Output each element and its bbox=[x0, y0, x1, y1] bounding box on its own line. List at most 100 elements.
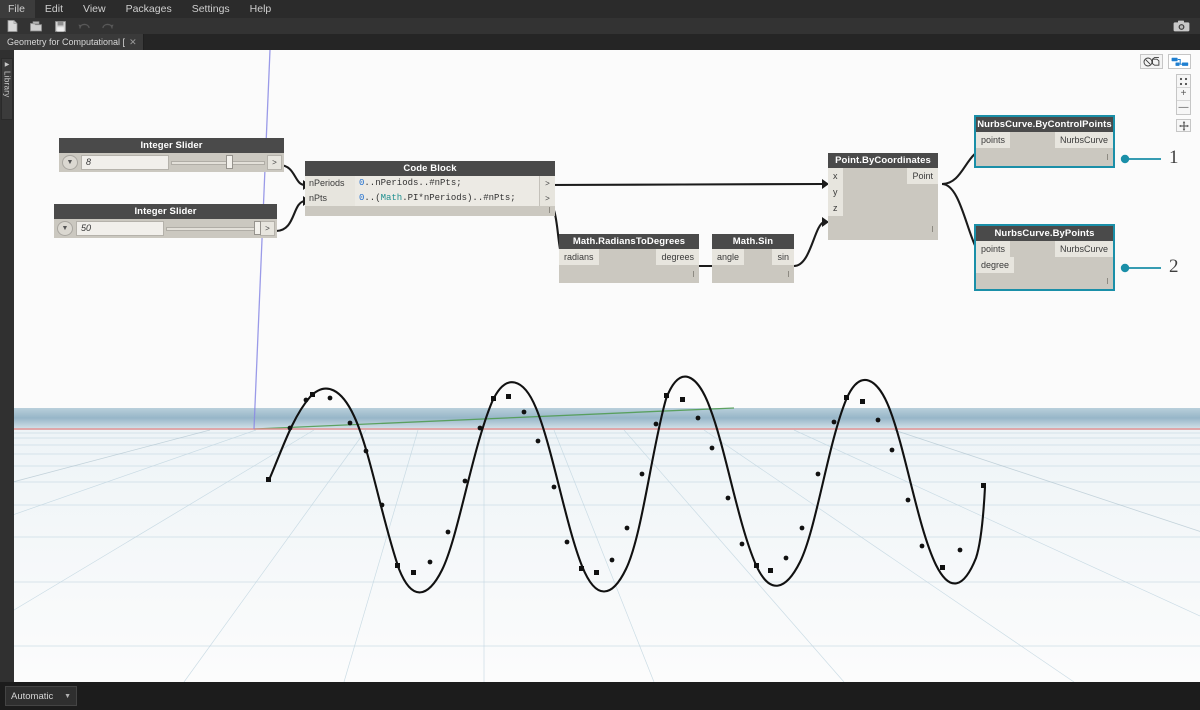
input-port-radians[interactable]: radians bbox=[559, 249, 599, 265]
node-body: points NurbsCurve bbox=[976, 132, 1113, 166]
slider-output-port[interactable]: > bbox=[260, 221, 275, 236]
menu-item-packages[interactable]: Packages bbox=[116, 0, 182, 18]
zoom-out-button[interactable]: — bbox=[1177, 101, 1190, 114]
slider-track[interactable] bbox=[166, 227, 258, 231]
save-icon[interactable] bbox=[48, 18, 72, 34]
library-label: Library bbox=[3, 71, 12, 98]
status-bar: Automatic ▼ bbox=[0, 682, 1200, 710]
library-panel-toggle[interactable]: ▶ Library bbox=[1, 58, 13, 120]
code-row-1: nPeriods 0..nPeriods..#nPts; > bbox=[305, 176, 555, 191]
code-text: .PI*nPeriods)..#nPts; bbox=[402, 193, 515, 203]
output-port-nurbscurve[interactable]: NurbsCurve bbox=[1055, 241, 1113, 257]
slider-handle[interactable] bbox=[254, 221, 261, 235]
port-row: points NurbsCurve bbox=[976, 132, 1113, 148]
node-body: radians degrees bbox=[559, 249, 699, 283]
node-title: Math.RadiansToDegrees bbox=[559, 234, 699, 249]
node-footer bbox=[828, 216, 938, 240]
menu-item-view[interactable]: View bbox=[73, 0, 116, 18]
output-port-nurbscurve[interactable]: NurbsCurve bbox=[1055, 132, 1113, 148]
output-port-degrees[interactable]: degrees bbox=[656, 249, 699, 265]
slider-value-field[interactable]: 50 bbox=[76, 221, 164, 236]
run-mode-dropdown[interactable]: Automatic ▼ bbox=[5, 686, 77, 706]
code-text-pre: ..( bbox=[364, 193, 380, 203]
slider-row: ▼ 50 > bbox=[54, 219, 277, 238]
node-title: Integer Slider bbox=[59, 138, 284, 153]
slider-row: ▼ 8 > bbox=[59, 153, 284, 172]
input-port-points[interactable]: points bbox=[976, 132, 1010, 148]
code-line-1[interactable]: 0..nPeriods..#nPts; bbox=[355, 176, 539, 191]
node-point-by-coordinates[interactable]: Point.ByCoordinates x Point y z bbox=[828, 153, 938, 240]
node-math-sin[interactable]: Math.Sin angle sin bbox=[712, 234, 794, 283]
menu-bar: File Edit View Packages Settings Help bbox=[0, 0, 1200, 18]
node-nurbscurve-by-points[interactable]: NurbsCurve.ByPoints points NurbsCurve de… bbox=[976, 226, 1113, 289]
node-body: points NurbsCurve degree bbox=[976, 241, 1113, 289]
slider-track-wrap[interactable] bbox=[171, 155, 265, 170]
menu-item-file[interactable]: File bbox=[0, 0, 35, 18]
port-row-z: z bbox=[828, 200, 938, 216]
input-port-y[interactable]: y bbox=[828, 184, 843, 200]
graph-and-3d-viewport[interactable]: + — Integer Slider ▼ 8 > Integ bbox=[14, 50, 1200, 682]
output-port-point[interactable]: Point bbox=[907, 168, 938, 184]
new-file-icon[interactable] bbox=[0, 18, 24, 34]
node-title: Point.ByCoordinates bbox=[828, 153, 938, 168]
input-port-z[interactable]: z bbox=[828, 200, 843, 216]
zoom-in-button[interactable]: + bbox=[1177, 88, 1190, 101]
menu-item-edit[interactable]: Edit bbox=[35, 0, 73, 18]
pan-icon[interactable] bbox=[1176, 119, 1191, 132]
node-title: NurbsCurve.ByPoints bbox=[976, 226, 1113, 241]
node-nurbscurve-by-control-points[interactable]: NurbsCurve.ByControlPoints points NurbsC… bbox=[976, 117, 1113, 166]
input-port-nperiods[interactable]: nPeriods bbox=[305, 176, 355, 191]
node-title: Integer Slider bbox=[54, 204, 277, 219]
undo-icon[interactable] bbox=[72, 18, 96, 34]
input-port-npts[interactable]: nPts bbox=[305, 191, 355, 206]
zoom-control-stack: + — bbox=[1176, 74, 1191, 115]
port-row-points: points NurbsCurve bbox=[976, 241, 1113, 257]
menu-item-help[interactable]: Help bbox=[240, 0, 282, 18]
port-row-degree: degree bbox=[976, 257, 1113, 273]
slider-track[interactable] bbox=[171, 161, 265, 165]
slider-value-field[interactable]: 8 bbox=[81, 155, 169, 170]
geometry-view-icon[interactable] bbox=[1140, 54, 1163, 69]
run-mode-label: Automatic bbox=[11, 691, 53, 702]
zoom-to-fit-icon[interactable] bbox=[1177, 75, 1190, 88]
node-footer bbox=[559, 265, 699, 283]
slider-track-wrap[interactable] bbox=[166, 221, 258, 236]
library-rail: ▶ Library bbox=[0, 50, 14, 710]
callout-number-1: 1 bbox=[1169, 147, 1179, 169]
preview-tick-icon bbox=[932, 226, 933, 232]
close-icon[interactable]: ✕ bbox=[129, 37, 137, 48]
node-body: x Point y z bbox=[828, 168, 938, 240]
output-port-sin[interactable]: sin bbox=[772, 249, 794, 265]
node-math-radians-to-degrees[interactable]: Math.RadiansToDegrees radians degrees bbox=[559, 234, 699, 283]
redo-icon[interactable] bbox=[96, 18, 120, 34]
slider-output-port[interactable]: > bbox=[267, 155, 282, 170]
workspace-tab[interactable]: Geometry for Computational [ ✕ bbox=[0, 34, 144, 50]
node-integer-slider-2[interactable]: Integer Slider ▼ 50 > bbox=[54, 204, 277, 238]
open-folder-icon[interactable] bbox=[24, 18, 48, 34]
code-output-port-1[interactable]: > bbox=[539, 176, 555, 191]
code-line-2[interactable]: 0..(Math.PI*nPeriods)..#nPts; bbox=[355, 191, 539, 206]
preview-tick-icon bbox=[788, 271, 789, 277]
menu-item-settings[interactable]: Settings bbox=[182, 0, 240, 18]
callout-leaders bbox=[1121, 155, 1161, 272]
preview-tick-icon bbox=[549, 207, 550, 213]
node-integer-slider-1[interactable]: Integer Slider ▼ 8 > bbox=[59, 138, 284, 172]
camera-icon[interactable] bbox=[1170, 19, 1192, 33]
input-port-x[interactable]: x bbox=[828, 168, 843, 184]
input-port-degree[interactable]: degree bbox=[976, 257, 1014, 273]
input-port-points[interactable]: points bbox=[976, 241, 1010, 257]
tab-bar: Geometry for Computational [ ✕ bbox=[0, 34, 1200, 50]
input-port-angle[interactable]: angle bbox=[712, 249, 744, 265]
node-footer bbox=[976, 148, 1113, 166]
code-text: ..nPeriods..#nPts; bbox=[364, 178, 461, 188]
preview-tick-icon bbox=[693, 271, 694, 277]
chevron-down-icon[interactable]: ▼ bbox=[62, 155, 78, 170]
graph-view-icon[interactable] bbox=[1168, 54, 1191, 69]
node-code-block[interactable]: Code Block nPeriods 0..nPeriods..#nPts; … bbox=[305, 161, 555, 216]
code-output-port-2[interactable]: > bbox=[539, 191, 555, 206]
chevron-down-icon[interactable]: ▼ bbox=[57, 221, 73, 236]
chevron-down-icon: ▼ bbox=[64, 693, 71, 700]
slider-handle[interactable] bbox=[226, 155, 233, 169]
port-row: radians degrees bbox=[559, 249, 699, 265]
port-row-x: x Point bbox=[828, 168, 938, 184]
